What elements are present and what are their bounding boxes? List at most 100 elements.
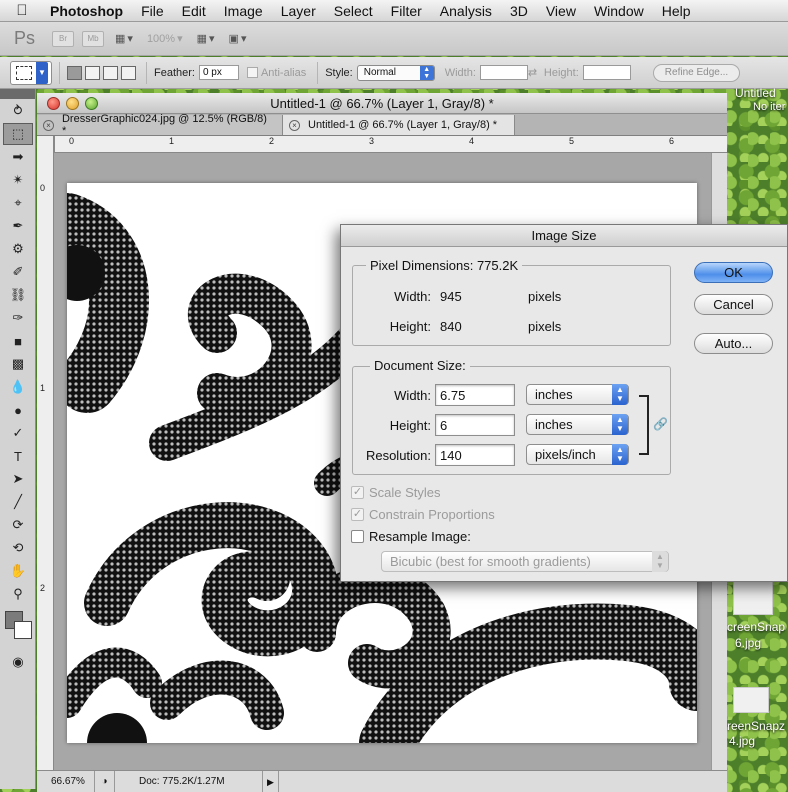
tab-dressergraphic[interactable]: × DresserGraphic024.jpg @ 12.5% (RGB/8) … xyxy=(37,113,283,137)
ruler-label: 4 xyxy=(469,136,475,146)
swap-icon[interactable]: ⇄ xyxy=(528,66,538,79)
history-brush-tool-icon[interactable]: ✑ xyxy=(3,307,33,329)
scale-styles-checkbox[interactable]: ✓ Scale Styles xyxy=(351,485,441,500)
zoom-tool-icon[interactable]: ⚲ xyxy=(3,583,33,605)
menu-edit[interactable]: Edit xyxy=(173,0,215,22)
desktop-file-thumbnail[interactable] xyxy=(733,687,769,713)
pixel-dimensions-title: Pixel Dimensions: 775.2K xyxy=(366,258,523,273)
type-tool-icon[interactable]: T xyxy=(3,445,33,467)
eyedropper-tool-icon[interactable]: ✒ xyxy=(3,215,33,237)
chevron-down-icon: ▾ xyxy=(240,33,247,45)
close-tab-icon[interactable]: × xyxy=(43,119,54,131)
close-window-icon[interactable] xyxy=(47,97,60,110)
desktop-item-label[interactable]: Untitled xyxy=(735,86,776,100)
ok-button[interactable]: OK xyxy=(694,262,773,283)
apple-menu-icon[interactable]:  xyxy=(0,2,44,19)
doc-height-unit-select[interactable]: inches ▲ ▼ xyxy=(526,414,629,435)
updown-arrows-icon: ▲ ▼ xyxy=(612,444,628,465)
doc-height-input[interactable]: 6 xyxy=(435,414,515,436)
hand-tool-icon[interactable]: ✋ xyxy=(3,560,33,582)
width-input[interactable] xyxy=(479,65,528,80)
resolution-input[interactable]: 140 xyxy=(435,444,515,466)
arrange-documents-button[interactable]: ▦ ▾ xyxy=(194,30,218,48)
clone-stamp-tool-icon[interactable]: ⛓ xyxy=(3,284,33,306)
refine-edge-button[interactable]: Refine Edge... xyxy=(652,63,741,82)
doc-width-unit-select[interactable]: inches ▲ ▼ xyxy=(526,384,629,405)
subtract-from-selection-button[interactable] xyxy=(103,65,118,80)
dodge-tool-icon[interactable]: ● xyxy=(3,399,33,421)
resolution-label: Resolution: xyxy=(365,448,431,463)
menu-window[interactable]: Window xyxy=(585,0,653,22)
anti-alias-checkbox[interactable] xyxy=(246,67,258,78)
tab-untitled-1[interactable]: × Untitled-1 @ 66.7% (Layer 1, Gray/8) * xyxy=(283,115,515,135)
vertical-ruler[interactable]: 0 1 2 xyxy=(37,136,54,770)
menu-select[interactable]: Select xyxy=(325,0,382,22)
3d-orbit-tool-icon[interactable]: ⟲ xyxy=(3,537,33,559)
ruler-label: 6 xyxy=(669,136,675,146)
quick-mask-icon[interactable]: ◉ xyxy=(3,651,33,673)
horizontal-ruler[interactable]: 0 1 2 3 4 5 6 xyxy=(55,136,727,153)
minimize-window-icon[interactable] xyxy=(66,97,79,110)
feather-input[interactable]: 0 px xyxy=(198,65,239,80)
cancel-button[interactable]: Cancel xyxy=(694,294,773,315)
bridge-button[interactable]: Br xyxy=(52,30,74,47)
navigator-icon[interactable]: ◑ xyxy=(95,770,115,792)
auto-button[interactable]: Auto... xyxy=(694,333,773,354)
new-selection-button[interactable] xyxy=(67,65,82,80)
close-tab-icon[interactable]: × xyxy=(289,119,300,131)
view-extras-button[interactable]: ▦ ▾ xyxy=(112,30,136,48)
resample-image-checkbox[interactable]: Resample Image: xyxy=(351,529,471,544)
line-tool-icon[interactable]: ╱ xyxy=(3,491,33,513)
desktop-item-label[interactable]: creenSnap xyxy=(727,620,785,634)
menu-file[interactable]: File xyxy=(132,0,173,22)
desktop-file-thumbnail[interactable] xyxy=(733,579,773,615)
resample-method-select[interactable]: Bicubic (best for smooth gradients) ▲ ▼ xyxy=(381,551,669,572)
menu-help[interactable]: Help xyxy=(653,0,700,22)
blur-tool-icon[interactable]: 💧 xyxy=(3,376,33,398)
document-window-title: Untitled-1 @ 66.7% (Layer 1, Gray/8) * xyxy=(270,96,494,111)
desktop-item-label[interactable]: reenSnapz xyxy=(727,719,785,733)
healing-brush-tool-icon[interactable]: ⚙ xyxy=(3,238,33,260)
panel-grip[interactable] xyxy=(0,89,35,99)
height-input[interactable] xyxy=(582,65,631,80)
background-color-swatch[interactable] xyxy=(14,621,32,639)
lasso-tool-icon[interactable]: ➡ xyxy=(3,146,33,168)
menu-analysis[interactable]: Analysis xyxy=(431,0,501,22)
options-bar: ▼ Feather: 0 px Anti-alias Style: Normal… xyxy=(0,57,788,89)
screen-mode-button[interactable]: ▣ ▾ xyxy=(226,30,250,48)
constrain-proportions-checkbox[interactable]: ✓ Constrain Proportions xyxy=(351,507,495,522)
intersect-selection-button[interactable] xyxy=(121,65,136,80)
menu-filter[interactable]: Filter xyxy=(382,0,431,22)
crop-tool-icon[interactable]: ⌖ xyxy=(3,192,33,214)
chain-link-icon: 🔗 xyxy=(653,417,668,431)
pen-tool-icon[interactable]: ✓ xyxy=(3,422,33,444)
quick-selection-tool-icon[interactable]: ✴ xyxy=(3,169,33,191)
rectangular-marquee-tool-icon[interactable]: ⬚ xyxy=(3,123,33,145)
menu-app-photoshop[interactable]: Photoshop xyxy=(44,0,132,22)
updown-arrows-icon: ▲ ▼ xyxy=(612,414,628,435)
zoom-window-icon[interactable] xyxy=(85,97,98,110)
constrain-proportions-label: Constrain Proportions xyxy=(369,507,495,522)
document-title-bar[interactable]: Untitled-1 @ 66.7% (Layer 1, Gray/8) * xyxy=(37,93,727,114)
eraser-tool-icon[interactable]: ■ xyxy=(3,330,33,352)
tool-preset-picker[interactable]: ▼ xyxy=(10,60,52,85)
mini-bridge-button[interactable]: Mb xyxy=(82,30,104,47)
ruler-label: 2 xyxy=(40,583,46,593)
style-select[interactable]: Normal ▲ ▼ xyxy=(356,64,435,81)
move-tool-icon[interactable]: ⥁ xyxy=(3,100,33,122)
add-to-selection-button[interactable] xyxy=(85,65,100,80)
path-selection-tool-icon[interactable]: ➤ xyxy=(3,468,33,490)
3d-rotate-tool-icon[interactable]: ⟳ xyxy=(3,514,33,536)
zoom-level-menu[interactable]: 100% ▾ xyxy=(144,30,186,48)
menu-image[interactable]: Image xyxy=(215,0,272,22)
resolution-unit-select[interactable]: pixels/inch ▲ ▼ xyxy=(526,444,629,465)
doc-width-input[interactable]: 6.75 xyxy=(435,384,515,406)
menu-3d[interactable]: 3D xyxy=(501,0,537,22)
color-swatches[interactable] xyxy=(3,611,33,643)
brush-tool-icon[interactable]: ✐ xyxy=(3,261,33,283)
menu-layer[interactable]: Layer xyxy=(272,0,325,22)
status-zoom-input[interactable]: 66.67% xyxy=(37,770,95,792)
menu-view[interactable]: View xyxy=(537,0,585,22)
gradient-tool-icon[interactable]: ▩ xyxy=(3,353,33,375)
status-menu-arrow-icon[interactable]: ▶ xyxy=(263,770,279,792)
